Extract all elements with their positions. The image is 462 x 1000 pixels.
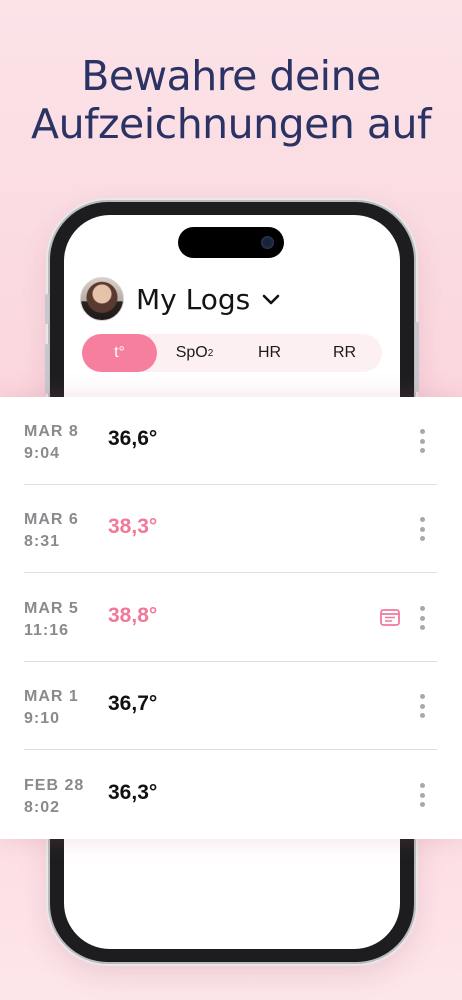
log-date: FEB 28 8:02 <box>24 775 84 819</box>
list-item[interactable]: MAR 5 11:16 38,8° <box>0 574 462 662</box>
log-time: 8:02 <box>24 799 61 816</box>
kebab-menu-icon[interactable] <box>416 429 428 453</box>
log-date: MAR 1 9:10 <box>24 686 79 730</box>
list-item[interactable]: FEB 28 8:02 36,3° <box>0 751 462 839</box>
temperature-value: 36,6° <box>108 427 158 450</box>
log-day: MAR 1 <box>24 688 79 705</box>
tab-label: t° <box>114 344 125 361</box>
log-list: MAR 8 9:04 36,6° MAR 6 8:31 38,3° MAR 5 … <box>0 397 462 839</box>
kebab-menu-icon[interactable] <box>416 694 428 718</box>
headline: Bewahre deine Aufzeichnungen auf <box>0 52 462 148</box>
app-header: My Logs <box>80 277 280 321</box>
log-day: MAR 6 <box>24 511 79 528</box>
log-date: MAR 5 11:16 <box>24 598 79 642</box>
temperature-value: 36,3° <box>108 781 158 804</box>
log-time: 11:16 <box>24 622 70 639</box>
kebab-menu-icon[interactable] <box>416 606 428 630</box>
tab-label: SpO <box>175 344 208 361</box>
log-date: MAR 6 8:31 <box>24 509 79 553</box>
tab-label: HR <box>257 344 282 361</box>
log-time: 9:10 <box>24 710 61 727</box>
temperature-value: 36,7° <box>108 692 158 715</box>
list-item[interactable]: MAR 8 9:04 36,6° <box>0 397 462 485</box>
tab-heart-rate[interactable]: HR <box>232 334 307 372</box>
log-day: MAR 5 <box>24 600 79 617</box>
tab-label: RR <box>332 344 357 361</box>
phone-side-button <box>415 322 419 392</box>
log-time: 8:31 <box>24 533 61 550</box>
list-item[interactable]: MAR 6 8:31 38,3° <box>0 485 462 573</box>
phone-side-button <box>45 294 49 324</box>
metric-tabs: t° SpO 2 HR RR <box>82 334 382 372</box>
tab-temperature[interactable]: t° <box>82 334 157 372</box>
log-day: FEB 28 <box>24 777 85 794</box>
chevron-down-icon[interactable] <box>262 293 280 305</box>
headline-line-2: Aufzeichnungen auf <box>31 100 431 148</box>
kebab-menu-icon[interactable] <box>416 783 428 807</box>
front-camera <box>261 236 274 249</box>
avatar[interactable] <box>80 277 124 321</box>
phone-side-button <box>45 344 49 394</box>
tab-spo2[interactable]: SpO 2 <box>157 334 232 372</box>
tab-respiratory-rate[interactable]: RR <box>307 334 382 372</box>
log-day: MAR 8 <box>24 423 79 440</box>
temperature-value: 38,3° <box>108 515 158 538</box>
divider <box>24 572 437 573</box>
page-title[interactable]: My Logs <box>136 283 250 316</box>
tab-label-subscript: 2 <box>207 347 214 359</box>
divider <box>24 749 437 750</box>
log-time: 9:04 <box>24 445 61 462</box>
list-item[interactable]: MAR 1 9:10 36,7° <box>0 662 462 750</box>
temperature-value: 38,8° <box>108 604 158 627</box>
log-date: MAR 8 9:04 <box>24 421 79 465</box>
dynamic-island <box>178 227 284 258</box>
note-icon[interactable] <box>380 609 400 626</box>
headline-line-1: Bewahre deine <box>81 52 381 100</box>
kebab-menu-icon[interactable] <box>416 517 428 541</box>
